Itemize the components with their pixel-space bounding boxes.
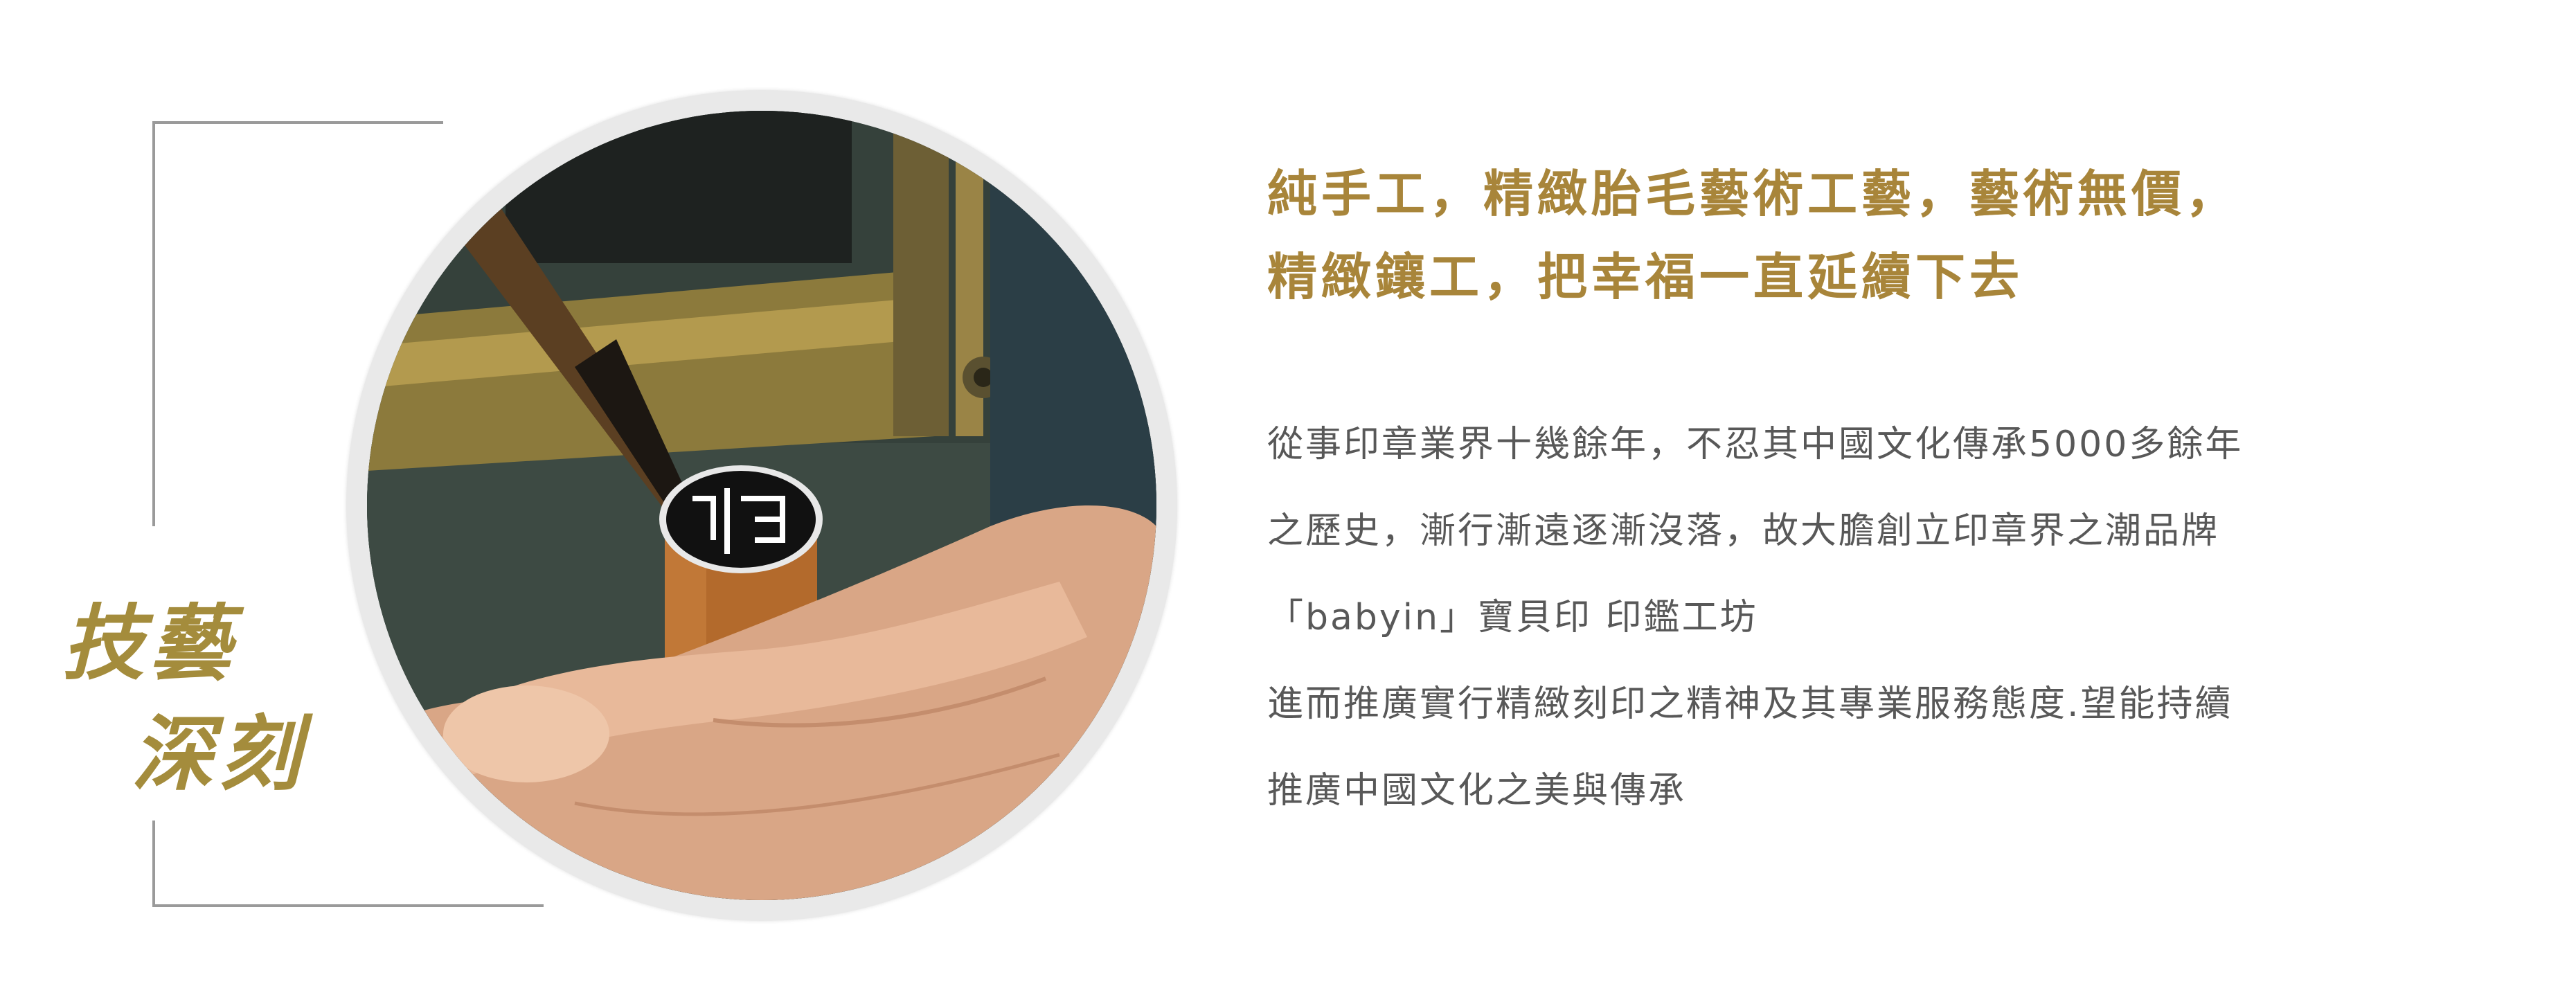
description-line-1: 從事印章業界十幾餘年，不忍其中國文化傳承5000多餘年 xyxy=(1267,424,2244,465)
frame-line-bottom xyxy=(152,904,544,907)
headline-line-1: 純手工，精緻胎毛藝術工藝，藝術無價， xyxy=(1267,165,2240,223)
description-line-2: 之歷史，漸行漸遠逐漸沒落，故大膽創立印章界之潮品牌 xyxy=(1267,510,2220,552)
description-paragraph: 從事印章業界十幾餘年，不忍其中國文化傳承5000多餘年 之歷史，漸行漸遠逐漸沒落… xyxy=(1267,402,2514,834)
description-line-4: 進而推廣實行精緻刻印之精神及其專業服務態度.望能持續 xyxy=(1267,683,2233,725)
title-line-1: 技藝 xyxy=(62,595,238,691)
description-line-5: 推廣中國文化之美與傳承 xyxy=(1267,770,1687,812)
seal-carving-photo xyxy=(367,111,1156,900)
headline: 純手工，精緻胎毛藝術工藝，藝術無價， 精緻鑲工，把幸福一直延續下去 xyxy=(1267,152,2514,319)
description-line-3: 「babyin」寶貝印 印鑑工坊 xyxy=(1267,597,1758,638)
section-title: 技藝 深刻 xyxy=(62,602,353,824)
headline-line-2: 精緻鑲工，把幸福一直延續下去 xyxy=(1267,248,2024,306)
frame-line-left-lower xyxy=(152,821,155,907)
frame-line-top xyxy=(152,121,443,124)
title-line-2: 深刻 xyxy=(132,706,307,802)
seal-carving-illustration xyxy=(367,111,1156,900)
frame-line-left-upper xyxy=(152,121,155,526)
